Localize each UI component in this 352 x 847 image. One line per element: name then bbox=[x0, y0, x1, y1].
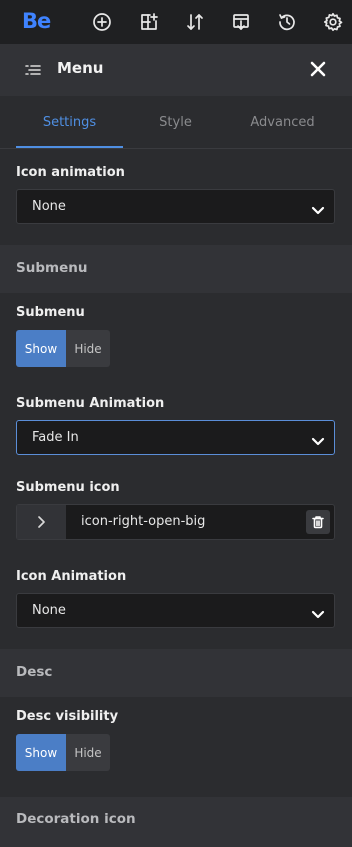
section-title: Submenu bbox=[16, 260, 88, 276]
submenu-hide-button[interactable]: Hide bbox=[66, 330, 110, 367]
section-desc[interactable]: Desc bbox=[0, 649, 352, 697]
submenu-icon-field[interactable]: icon-right-open-big bbox=[16, 504, 335, 540]
settings-gear-icon[interactable] bbox=[321, 10, 345, 34]
panel-title: Menu bbox=[57, 59, 104, 77]
tab-settings[interactable]: Settings bbox=[11, 96, 128, 148]
section-title: Desc bbox=[16, 664, 53, 680]
sort-arrows-icon[interactable] bbox=[183, 10, 207, 34]
icon-animation-select[interactable]: None bbox=[16, 189, 335, 224]
submenu-icon-label: Submenu icon bbox=[16, 480, 120, 495]
icon-name-value: icon-right-open-big bbox=[81, 514, 206, 529]
section-decoration-icon[interactable]: Decoration icon bbox=[0, 797, 352, 847]
chevron-down-icon bbox=[311, 201, 325, 215]
layout-add-icon[interactable] bbox=[137, 10, 161, 34]
chevron-down-icon bbox=[311, 605, 325, 619]
submenu-animation-select[interactable]: Fade In bbox=[16, 420, 335, 455]
top-toolbar: Be bbox=[0, 0, 352, 44]
panel-header: Menu bbox=[0, 44, 352, 96]
icon-animation-2-select[interactable]: None bbox=[16, 593, 335, 628]
select-value: None bbox=[32, 603, 66, 618]
be-logo[interactable]: Be bbox=[22, 9, 51, 33]
chevron-down-icon bbox=[311, 432, 325, 446]
import-icon[interactable] bbox=[229, 10, 253, 34]
select-value: Fade In bbox=[32, 430, 79, 445]
tab-style[interactable]: Style bbox=[117, 96, 234, 148]
trash-icon[interactable] bbox=[306, 510, 330, 534]
close-icon[interactable] bbox=[308, 59, 328, 79]
submenu-show-button[interactable]: Show bbox=[16, 330, 66, 367]
menu-list-icon bbox=[24, 62, 42, 78]
icon-preview-chevron-right-icon[interactable] bbox=[17, 505, 66, 539]
history-icon[interactable] bbox=[275, 10, 299, 34]
select-value: None bbox=[32, 199, 66, 214]
icon-animation-2-label: Icon Animation bbox=[16, 569, 127, 584]
icon-animation-label: Icon animation bbox=[16, 165, 125, 180]
tab-bar: Settings Style Advanced bbox=[0, 96, 352, 148]
tab-advanced[interactable]: Advanced bbox=[224, 96, 341, 148]
submenu-label: Submenu bbox=[16, 305, 85, 320]
submenu-toggle: Show Hide bbox=[16, 330, 110, 367]
divider bbox=[0, 148, 352, 149]
desc-visibility-toggle: Show Hide bbox=[16, 734, 110, 771]
add-icon[interactable] bbox=[90, 10, 114, 34]
section-submenu[interactable]: Submenu bbox=[0, 245, 352, 293]
desc-visibility-label: Desc visibility bbox=[16, 709, 119, 724]
desc-hide-button[interactable]: Hide bbox=[66, 734, 110, 771]
submenu-animation-label: Submenu Animation bbox=[16, 396, 165, 411]
desc-show-button[interactable]: Show bbox=[16, 734, 66, 771]
section-title: Decoration icon bbox=[16, 811, 136, 827]
